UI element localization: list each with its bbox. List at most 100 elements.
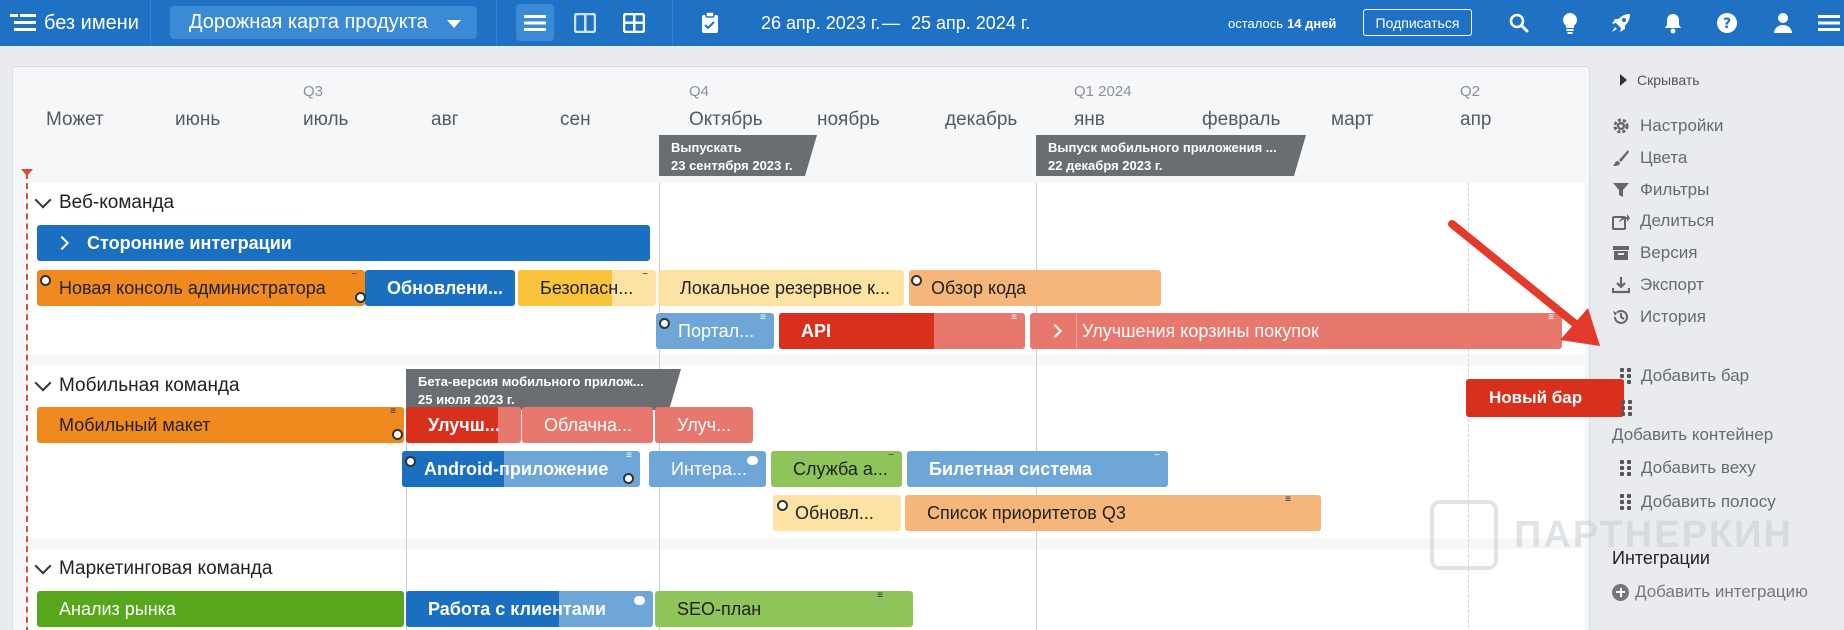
history-button[interactable]: История <box>1612 307 1706 327</box>
user-icon[interactable] <box>1771 11 1795 35</box>
drag-handle-icon[interactable]: ≡ <box>760 313 766 323</box>
chevron-right-icon[interactable] <box>1044 320 1066 342</box>
bar[interactable]: Мобильный макет ≡ <box>37 407 404 443</box>
add-bar-label: Добавить бар <box>1641 366 1750 385</box>
version-button[interactable]: Версия <box>1612 243 1697 263</box>
top-bar: без имени Дорожная карта продукта 26 апр… <box>0 0 1844 46</box>
month-label: март <box>1331 109 1374 130</box>
bar[interactable]: Новая консоль администратора − <box>37 270 365 306</box>
menu-icon[interactable] <box>10 11 36 35</box>
bar[interactable]: Список приоритетов Q3 ≡ <box>905 495 1321 531</box>
group-header-web[interactable]: Веб-команда <box>34 191 174 214</box>
search-icon[interactable] <box>1507 11 1531 35</box>
table-view-icon[interactable] <box>615 4 653 41</box>
drag-handle-icon[interactable]: − <box>1154 451 1160 461</box>
add-integration-button[interactable]: Добавить интеграцию <box>1612 582 1808 602</box>
drag-handle-icon[interactable]: ≡ <box>877 591 883 601</box>
bar[interactable]: Улучш... <box>406 407 521 443</box>
bar[interactable]: Улуч... <box>655 407 753 443</box>
chevron-right-icon[interactable] <box>51 232 73 254</box>
drag-handle-icon[interactable]: − <box>888 451 894 461</box>
dependency-dot[interactable] <box>911 275 922 286</box>
milestone-flag[interactable]: Выпускать 23 сентября 2023 г. <box>659 135 817 176</box>
lightbulb-icon[interactable] <box>1558 11 1582 35</box>
drag-handle-icon[interactable]: ≡ <box>390 407 396 417</box>
month-label: декабрь <box>945 109 1018 130</box>
bar[interactable]: Обзор кода <box>909 270 1161 306</box>
rocket-icon[interactable] <box>1609 11 1633 35</box>
drag-handle-icon[interactable]: − <box>351 270 357 280</box>
dependency-dot[interactable] <box>392 429 403 440</box>
document-title[interactable]: без имени <box>44 0 139 46</box>
colors-button[interactable]: Цвета <box>1612 148 1687 168</box>
bar[interactable]: Android-приложение ≡ <box>402 451 640 487</box>
date-start[interactable]: 26 апр. 2023 г. <box>761 0 880 46</box>
add-milestone-button[interactable]: Добавить веху <box>1620 458 1756 478</box>
comment-icon[interactable] <box>747 456 758 465</box>
trial-prefix: осталось <box>1228 15 1284 31</box>
clipboard-icon[interactable] <box>698 11 722 35</box>
settings-button[interactable]: Настройки <box>1612 116 1723 136</box>
drag-handle-icon[interactable]: ≡ <box>1011 313 1017 323</box>
filters-button[interactable]: Фильтры <box>1612 180 1709 200</box>
bar[interactable]: Безопасн... − <box>518 270 656 306</box>
board-view-icon[interactable] <box>566 4 604 41</box>
dependency-dot[interactable] <box>40 275 51 286</box>
group-name: Мобильная команда <box>59 375 240 396</box>
dependency-dot[interactable] <box>777 500 788 511</box>
export-button[interactable]: Экспорт <box>1612 275 1704 295</box>
milestone-line <box>1036 183 1037 630</box>
roadmap-select[interactable]: Дорожная карта продукта <box>170 6 477 39</box>
chevron-down-icon[interactable] <box>34 191 52 209</box>
new-bar-draggable[interactable]: Новый бар <box>1466 379 1624 417</box>
drag-handle-icon[interactable]: ≡ <box>1285 495 1291 505</box>
month-label: июнь <box>175 109 221 130</box>
milestone-flag[interactable]: Выпуск мобильного приложения ... 22 дека… <box>1036 135 1306 176</box>
dependency-dot[interactable] <box>659 318 670 329</box>
menu-icon-right[interactable] <box>1817 11 1841 35</box>
bar-container[interactable]: Сторонние интеграции <box>37 225 650 261</box>
chevron-down-icon[interactable] <box>34 374 52 392</box>
bar-container[interactable]: Улучшения корзины покупок ≡ <box>1030 313 1562 349</box>
comment-icon[interactable] <box>634 596 645 605</box>
export-label: Экспорт <box>1640 275 1704 294</box>
drag-handle-icon[interactable]: ≡ <box>1548 313 1554 323</box>
bar[interactable]: Анализ рынка <box>37 591 404 627</box>
dependency-dot[interactable] <box>355 292 366 303</box>
bar[interactable]: Обновлени... <box>365 270 515 306</box>
bar[interactable]: Служба а... − <box>771 451 902 487</box>
list-view-icon[interactable] <box>516 4 554 41</box>
share-button[interactable]: Делиться <box>1612 211 1714 231</box>
bar[interactable]: Работа с клиентами <box>406 591 653 627</box>
add-container-button[interactable]: Добавить контейнер <box>1612 425 1773 445</box>
bar-label: Улуч... <box>677 414 732 435</box>
roadmap-select-label: Дорожная карта продукта <box>189 11 428 33</box>
bar-label: Портал... <box>678 320 755 341</box>
chevron-down-icon[interactable] <box>34 557 52 575</box>
dependency-dot[interactable] <box>405 456 416 467</box>
quarter-label: Q3 <box>303 83 324 100</box>
bar[interactable]: Билетная система − <box>907 451 1168 487</box>
watermark-text: ПАРТНЕРКИН <box>1514 513 1793 556</box>
bar[interactable]: SEO-план ≡ <box>655 591 913 627</box>
bar[interactable]: Обновл... <box>773 495 901 531</box>
bar[interactable]: Локальное резервное к... <box>658 270 904 306</box>
bar[interactable]: Интера... <box>649 451 766 487</box>
drag-handle-icon[interactable]: − <box>642 270 648 280</box>
group-header-marketing[interactable]: Маркетинговая команда <box>34 557 273 580</box>
bell-icon[interactable] <box>1661 11 1685 35</box>
group-name: Маркетинговая команда <box>59 558 273 579</box>
date-end[interactable]: 25 апр. 2024 г. <box>911 0 1030 46</box>
add-bar-button[interactable]: Добавить бар <box>1620 366 1749 386</box>
bar[interactable]: Облачна... <box>522 407 653 443</box>
milestone-flag[interactable]: Бета-версия мобильного прилож... 25 июля… <box>406 369 681 410</box>
group-header-mobile[interactable]: Мобильная команда <box>34 374 240 397</box>
bar[interactable]: Портал... ≡ <box>656 313 774 349</box>
drag-handle-icon[interactable]: ≡ <box>626 451 632 461</box>
bar[interactable]: API ≡ <box>779 313 1025 349</box>
dependency-dot[interactable] <box>623 473 634 484</box>
subscribe-button[interactable]: Подписаться <box>1363 9 1472 36</box>
help-icon[interactable]: ? <box>1715 11 1739 35</box>
hide-panel-toggle[interactable]: Скрывать <box>1620 72 1700 88</box>
chevron-down-icon <box>447 20 461 28</box>
